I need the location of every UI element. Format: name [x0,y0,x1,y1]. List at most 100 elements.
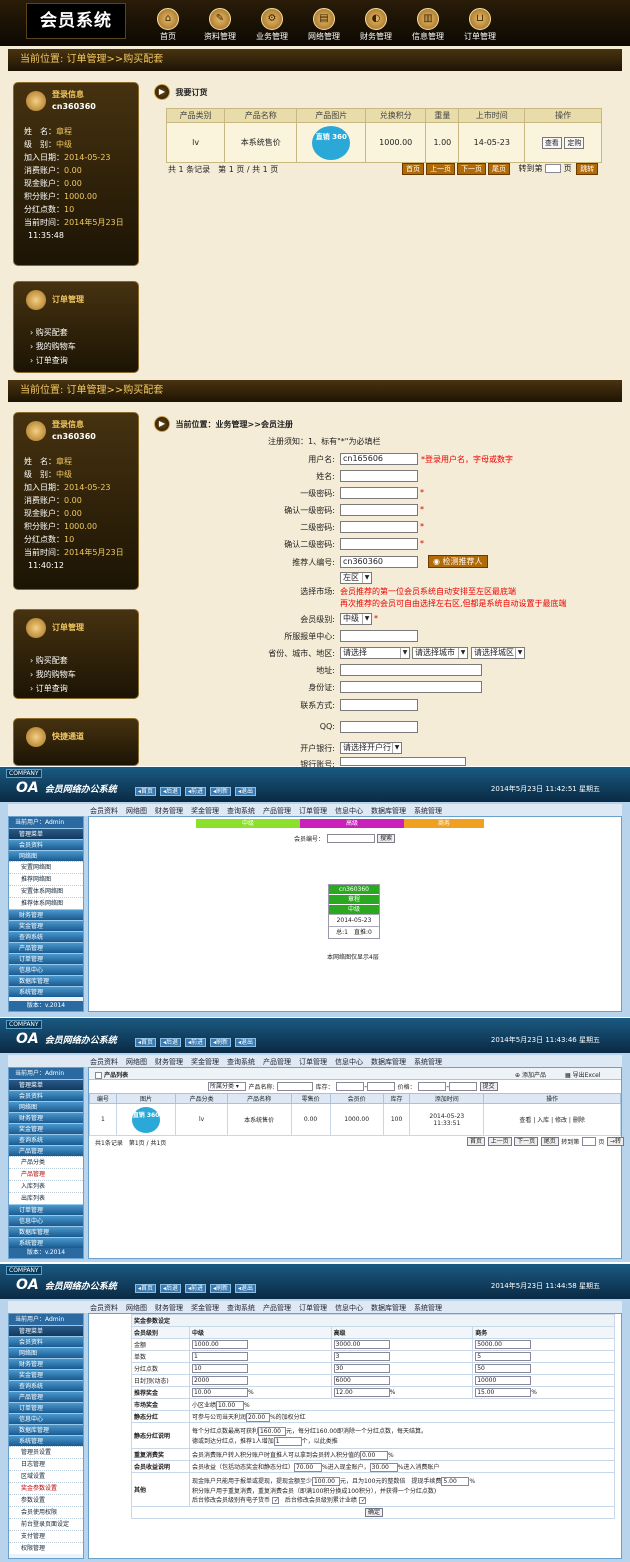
sidebar-item[interactable]: 支付管理 [9,1530,83,1542]
top-menu-item[interactable]: 订单管理 [299,807,327,815]
nav-cart[interactable]: ⊔ 订单管理 [458,8,502,42]
sidebar-item[interactable]: 安置网络图 [9,861,83,873]
top-menu-item[interactable]: 网络图 [126,1304,147,1312]
top-menu-item[interactable]: 数据库管理 [371,1304,406,1312]
sidebar-item[interactable]: 入库列表 [9,1180,83,1192]
top-menu-item[interactable]: 奖金管理 [191,1058,219,1066]
district-select[interactable]: 请选择城区 ▼ [471,647,525,659]
sidebar-item[interactable]: 会员资料 [9,1090,83,1101]
sidebar-item[interactable]: 订单管理 [9,1204,83,1215]
param-input[interactable]: 5 [475,1352,532,1361]
sidebar-item[interactable]: 查询系统 [9,931,83,942]
top-menu-item[interactable]: 会员资料 [90,1058,118,1066]
toolbar-button[interactable]: ◂刷新 [210,1038,232,1047]
toolbar-button[interactable]: ◂后退 [160,1284,182,1293]
top-menu-item[interactable]: 信息中心 [335,1304,363,1312]
cash-ratio-input[interactable]: 70.00 [293,1462,322,1472]
view-button[interactable]: 查看 [541,136,562,149]
top-menu-item[interactable]: 产品管理 [263,1304,291,1312]
top-menu-item[interactable]: 财务管理 [155,1058,183,1066]
toolbar-button[interactable]: ◂退出 [235,1284,257,1293]
param-input[interactable]: 3000.00 [333,1340,390,1349]
sidebar-item[interactable]: 权限管理 [9,1542,83,1554]
product-name-input[interactable] [277,1082,314,1091]
sidebar-item[interactable]: 财务管理 [9,909,83,920]
sidebar-item[interactable]: 网络图 [9,1101,83,1112]
sidebar-item[interactable]: 订单管理 [9,953,83,964]
param-input[interactable]: 12.00 [333,1388,390,1397]
sidebar-item[interactable]: 产品管理 [9,942,83,953]
pager-button[interactable]: 尾页 [540,1137,559,1146]
toolbar-button[interactable]: ◂退出 [235,1038,257,1047]
toolbar-button[interactable]: ◂刷新 [210,1284,232,1293]
sidebar-item[interactable]: 推荐网络图 [9,873,83,885]
network-node[interactable]: cn360360 章程 中级 2014-05-23 总:1 直推:0 [328,884,380,939]
pager-button[interactable]: 尾页 [488,163,510,175]
top-menu-item[interactable]: 奖金管理 [191,1304,219,1312]
sidebar-item[interactable]: 数据库管理 [9,1226,83,1237]
top-menu-item[interactable]: 网络图 [126,807,147,815]
product-image[interactable]: 直销 360 [132,1106,161,1133]
top-menu-item[interactable]: 会员资料 [90,1304,118,1312]
sidebar-item[interactable]: 会员资料 [9,1336,83,1347]
sidebar-item[interactable]: 出库列表 [9,1192,83,1204]
toolbar-button[interactable]: ◂前进 [185,787,207,796]
sidebar-item[interactable]: 信息中心 [9,964,83,975]
sidebar-item[interactable]: 网络图 [9,1347,83,1358]
sidebar-item[interactable]: 管理菜单 [9,828,83,839]
toolbar-button[interactable]: ◂首页 [135,1284,157,1293]
contact-input[interactable] [340,699,418,711]
repeat-bonus-input[interactable]: 0.00 [359,1450,388,1460]
check-referrer-button[interactable]: ◉ 检测推荐人 [428,555,488,568]
param-input[interactable]: 15.00 [475,1388,532,1397]
sidebar-item[interactable]: 会员资料 [9,839,83,850]
sidebar-item[interactable]: 奖金管理 [9,920,83,931]
nav-document[interactable]: ▤ 网络管理 [302,8,346,42]
top-menu-item[interactable]: 数据库管理 [371,1058,406,1066]
sidebar-item[interactable]: 会员使用权限 [9,1506,83,1518]
sidebar-item[interactable]: 系统管理 [9,986,83,997]
consume-ratio-input[interactable]: 30.00 [369,1462,398,1472]
level-select[interactable]: 中级 ▼ [340,613,372,625]
withdraw-fee-input[interactable]: 5.00 [441,1476,470,1486]
toolbar-button[interactable]: ◂退出 [235,787,257,796]
sidebar-item[interactable]: 系统管理 [9,1237,83,1248]
top-menu-item[interactable]: 产品管理 [263,1058,291,1066]
emoney-checkbox[interactable]: ✓ [271,1496,279,1504]
top-menu-item[interactable]: 财务管理 [155,807,183,815]
row-actions[interactable]: 查看 | 入库 | 修改 | 删除 [483,1103,621,1136]
toolbar-button[interactable]: ◂刷新 [210,787,232,796]
top-menu-item[interactable]: 查询系统 [227,1304,255,1312]
performance-checkbox[interactable]: ✓ [358,1496,366,1504]
sidebar-item[interactable]: 网络图 [9,850,83,861]
sidebar-item[interactable]: 产品分类 [9,1156,83,1168]
city-select[interactable]: 请选择城市 ▼ [412,647,468,659]
toolbar-button[interactable]: ◂首页 [135,787,157,796]
pwd1-confirm-input[interactable] [340,504,418,516]
select-all-checkbox[interactable] [95,1072,102,1079]
sidebar-item[interactable]: 系统管理 [9,1435,83,1446]
address-input[interactable] [340,664,482,676]
max-profit-input[interactable]: 160.00 [257,1426,286,1436]
pager-button[interactable]: 首页 [402,163,424,175]
pwd2-confirm-input[interactable] [340,538,418,550]
category-select[interactable]: 所属分类 ▾ [208,1082,246,1091]
account-input[interactable] [340,757,466,766]
nav-home[interactable]: ⌂ 首页 [146,8,190,42]
sidebar-item[interactable]: 订单管理 [9,1402,83,1413]
pwd1-input[interactable] [340,487,418,499]
sidebar-item[interactable]: 奖金参数设置 [9,1482,83,1494]
toolbar-button[interactable]: ◂后退 [160,787,182,796]
sidebar-item[interactable]: 奖金管理 [9,1123,83,1134]
toolbar-button[interactable]: ◂后退 [160,1038,182,1047]
order-link[interactable]: › 订单查询 [24,682,128,696]
market-bonus-input[interactable]: 10.00 [215,1400,244,1410]
order-link[interactable]: › 购买配套 [24,654,128,668]
top-menu-item[interactable]: 奖金管理 [191,807,219,815]
pager-button[interactable]: 首页 [467,1137,486,1146]
order-link[interactable]: › 我的购物车 [24,668,128,682]
pager-button[interactable]: 下一页 [457,163,486,175]
param-input[interactable]: 10 [191,1364,248,1373]
order-link[interactable]: › 购买配套 [24,326,128,340]
confirm-button[interactable]: 确定 [364,1508,383,1517]
